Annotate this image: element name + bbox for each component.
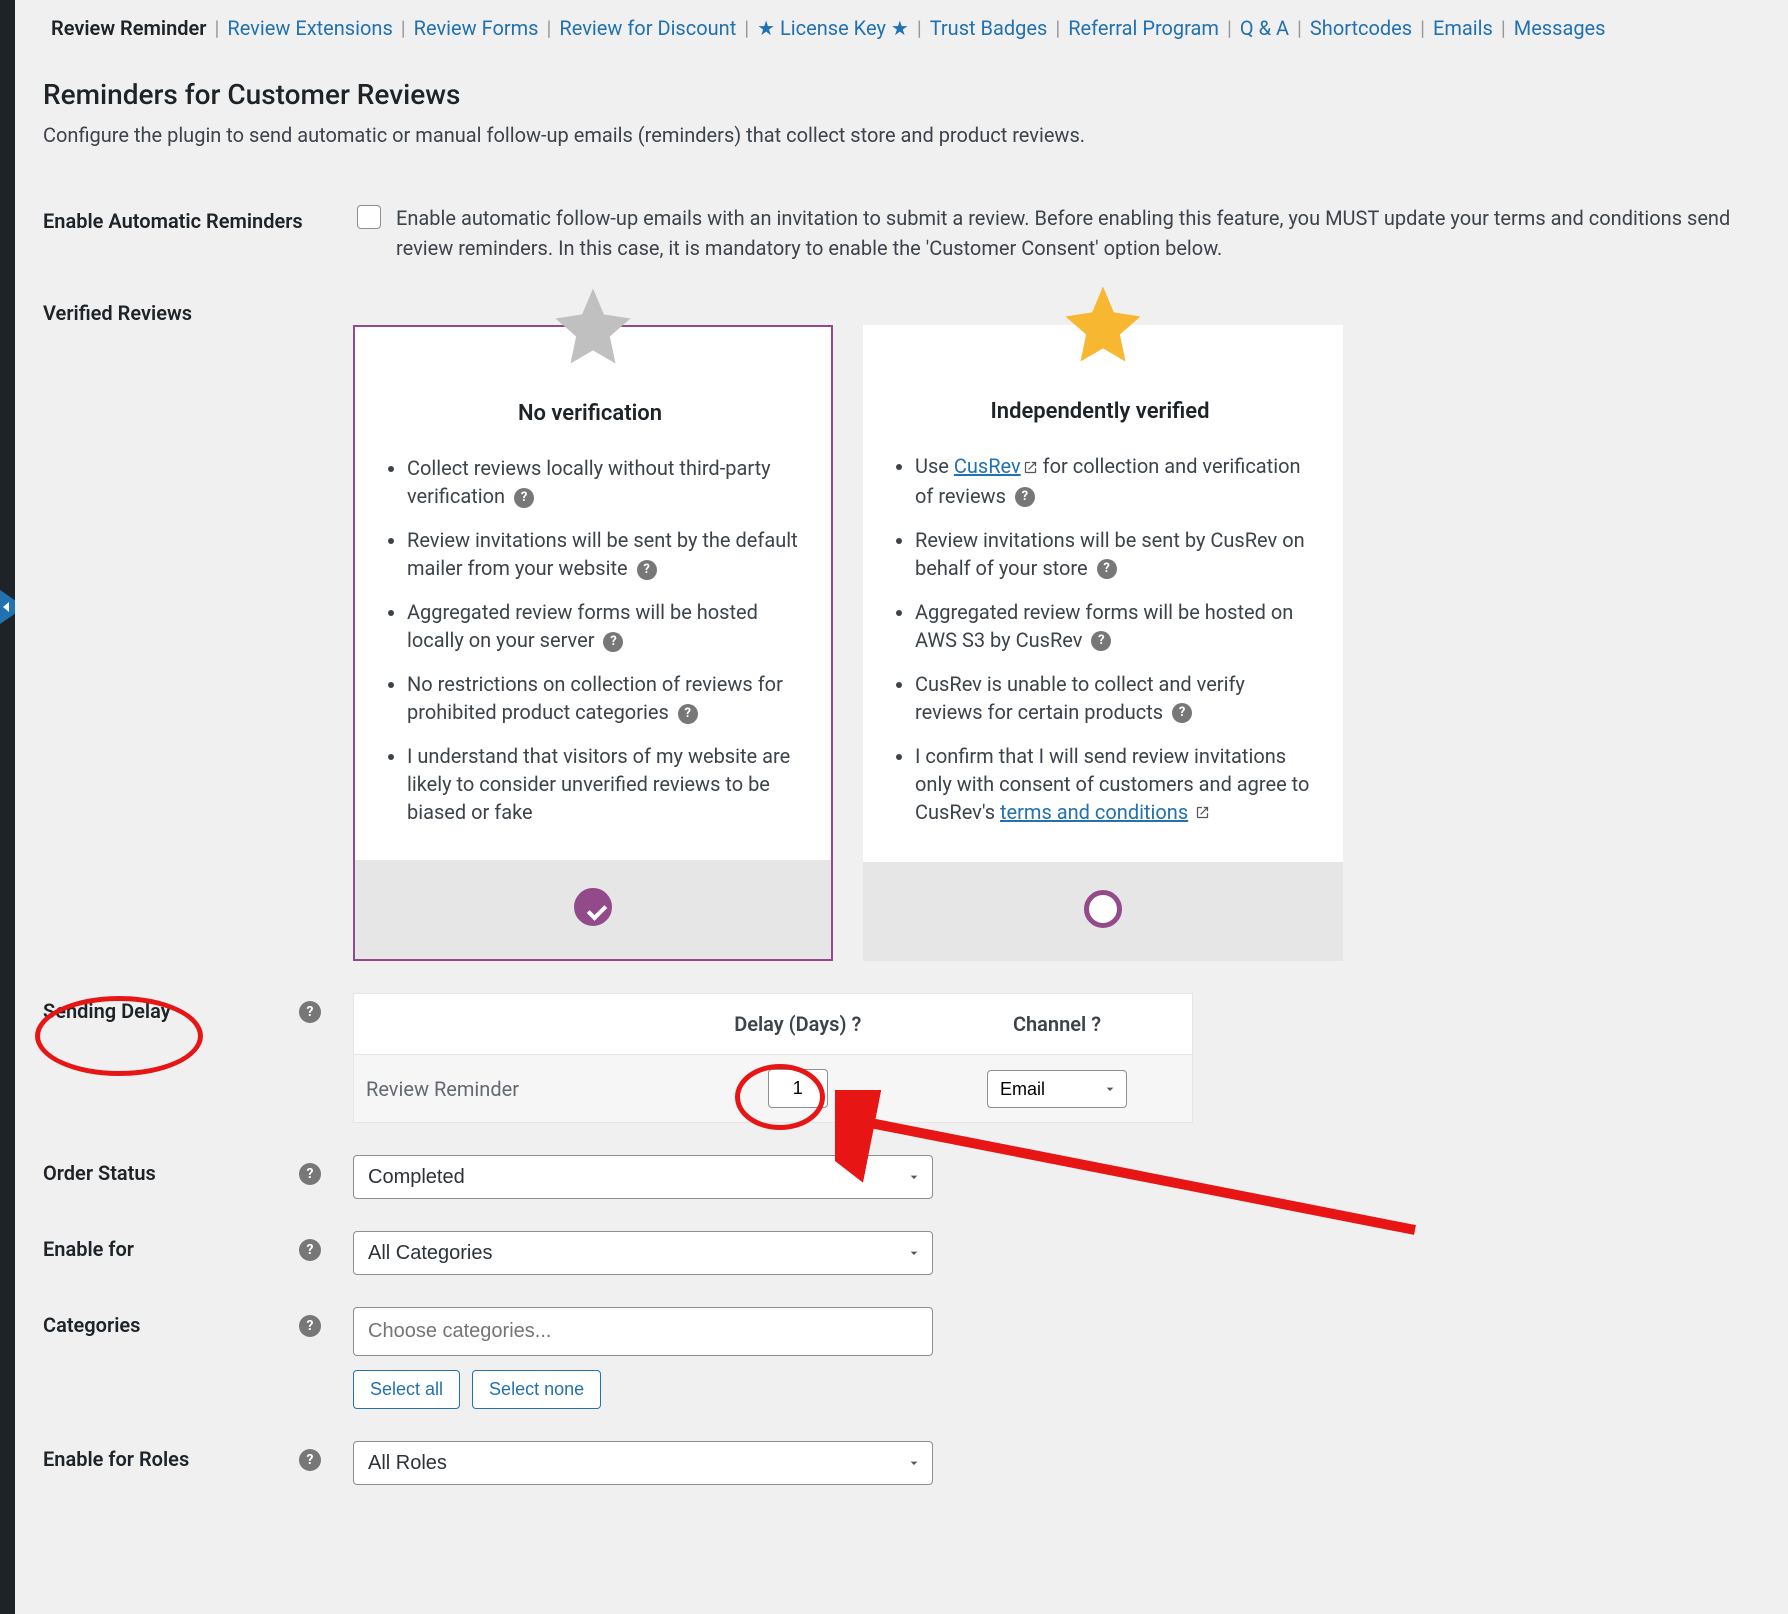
tab-qa[interactable]: Q & A <box>1232 14 1297 42</box>
delay-col-days: Delay (Days) <box>734 1012 846 1036</box>
tab-review-reminder[interactable]: Review Reminder <box>43 14 214 42</box>
tab-review-forms[interactable]: Review Forms <box>406 14 547 42</box>
help-icon[interactable]: ? <box>1015 487 1035 507</box>
tab-review-extensions[interactable]: Review Extensions <box>219 14 400 42</box>
delay-col-name <box>354 994 674 1055</box>
external-link-icon <box>1195 799 1210 827</box>
card2-footer <box>863 862 1343 961</box>
card1-item0: Collect reviews locally without third-pa… <box>407 456 771 508</box>
enable-for-select[interactable]: All Categories <box>353 1231 933 1275</box>
terms-link[interactable]: terms and conditions <box>1000 800 1188 824</box>
settings-tabs: Review Reminder| Review Extensions| Revi… <box>43 14 1760 42</box>
wp-admin-collapsed-sidebar <box>0 0 15 1614</box>
help-icon[interactable]: ? <box>1091 1012 1101 1036</box>
card1-title: No verification <box>377 401 803 426</box>
categories-input[interactable] <box>353 1307 933 1356</box>
help-icon[interactable]: ? <box>678 704 698 724</box>
card1-item4: I understand that visitors of my website… <box>407 744 790 824</box>
enable-roles-select[interactable]: All Roles <box>353 1441 933 1485</box>
delay-row-name: Review Reminder <box>354 1055 674 1123</box>
order-status-label: Order Status ? <box>43 1139 353 1215</box>
order-status-select[interactable]: Completed <box>353 1155 933 1199</box>
select-none-button[interactable]: Select none <box>472 1370 601 1409</box>
card1-radio-checked[interactable] <box>574 888 612 926</box>
tab-trust-badges[interactable]: Trust Badges <box>922 14 1056 42</box>
card1-item1: Review invitations will be sent by the d… <box>407 528 798 580</box>
verified-reviews-label: Verified Reviews <box>43 279 353 977</box>
help-icon[interactable]: ? <box>299 1449 321 1471</box>
help-icon[interactable]: ? <box>514 488 534 508</box>
select-all-button[interactable]: Select all <box>353 1370 460 1409</box>
tab-review-discount[interactable]: Review for Discount <box>551 14 744 42</box>
page-title: Reminders for Customer Reviews <box>43 78 1760 111</box>
tab-emails[interactable]: Emails <box>1425 14 1501 42</box>
tab-shortcodes[interactable]: Shortcodes <box>1302 14 1420 42</box>
card2-title: Independently verified <box>885 399 1315 424</box>
help-icon[interactable]: ? <box>299 1315 321 1337</box>
delay-days-input[interactable] <box>768 1069 828 1108</box>
star-gold-icon <box>1058 279 1148 374</box>
help-icon[interactable]: ? <box>1172 703 1192 723</box>
card1-item2: Aggregated review forms will be hosted l… <box>407 600 758 652</box>
cusrev-link[interactable]: CusRev <box>954 454 1021 478</box>
delay-channel-select[interactable]: Email <box>987 1070 1127 1108</box>
card2-radio[interactable] <box>1084 890 1122 928</box>
enable-for-label: Enable for ? <box>43 1215 353 1291</box>
help-icon[interactable]: ? <box>299 1163 321 1185</box>
external-link-icon <box>1023 454 1038 482</box>
help-icon[interactable]: ? <box>299 1239 321 1261</box>
delay-col-channel: Channel <box>1013 1012 1086 1036</box>
sending-delay-table: Delay (Days) ? Channel ? Review Reminder <box>353 993 1193 1123</box>
star-grey-icon <box>548 281 638 376</box>
tab-license-key[interactable]: ★ License Key ★ <box>749 14 917 42</box>
tab-referral[interactable]: Referral Program <box>1060 14 1227 42</box>
sending-delay-label: Sending Delay ? <box>43 977 353 1139</box>
categories-label: Categories ? <box>43 1291 353 1425</box>
card2-item3: CusRev is unable to collect and verify r… <box>915 672 1245 724</box>
card-no-verification[interactable]: No verification Collect reviews locally … <box>353 325 833 961</box>
card1-item3: No restrictions on collection of reviews… <box>407 672 783 724</box>
card-independently-verified[interactable]: Independently verified Use CusRev for co… <box>863 325 1343 961</box>
help-icon[interactable]: ? <box>1097 559 1117 579</box>
enable-auto-desc: Enable automatic follow-up emails with a… <box>396 203 1760 263</box>
card2-item0-prefix: Use <box>915 454 954 478</box>
sidebar-expand-toggle[interactable] <box>0 590 15 624</box>
help-icon[interactable]: ? <box>1091 631 1111 651</box>
page-description: Configure the plugin to send automatic o… <box>43 123 1760 147</box>
help-icon[interactable]: ? <box>851 1012 861 1036</box>
help-icon[interactable]: ? <box>299 1001 321 1023</box>
card1-footer <box>355 860 831 959</box>
enable-auto-checkbox[interactable] <box>357 205 381 229</box>
enable-roles-label: Enable for Roles ? <box>43 1425 353 1501</box>
enable-auto-label: Enable Automatic Reminders <box>43 187 353 279</box>
tab-messages[interactable]: Messages <box>1506 14 1614 42</box>
help-icon[interactable]: ? <box>603 632 623 652</box>
help-icon[interactable]: ? <box>637 560 657 580</box>
